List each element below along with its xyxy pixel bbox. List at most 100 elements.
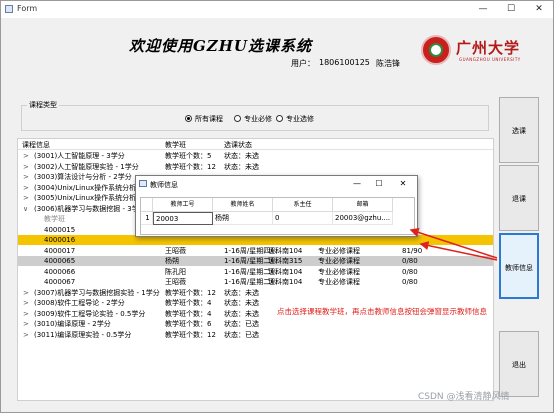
logo-text: 广州大学 [456, 39, 521, 57]
grid-header-id: 教师工号 [153, 198, 213, 212]
expand-right-icon[interactable]: > [23, 288, 29, 298]
title-bar: Form — ☐ ✕ [1, 1, 553, 18]
cell-c3: 状态：未选 [224, 152, 259, 160]
radio-icon [276, 115, 283, 122]
annotation-text: 点击选择课程教学班，再点击教师信息按钮会弹窗显示教师信息 [277, 307, 487, 316]
course-row[interactable]: > (3001)人工智能原理 - 3学分 教学班个数：5 状态：未选 [18, 151, 493, 161]
radio-required[interactable]: 专业必修 [234, 114, 272, 124]
header-course-info: 课程信息 [22, 141, 50, 149]
cell-c2: 教学班个数：12 [165, 162, 216, 171]
expand-right-icon[interactable]: > [23, 298, 29, 308]
expand-right-icon[interactable]: > [23, 183, 29, 193]
cell-c3: 状态：已选 [224, 320, 259, 328]
logo-subtitle: GUANGZHOU UNIVERSITY [459, 57, 521, 62]
cell-c1: 4000017 [44, 246, 76, 255]
course-row[interactable]: > (3002)人工智能原理实验 - 1学分 教学班个数：12 状态：未选 [18, 162, 493, 172]
grid-row-number: 1 [141, 212, 153, 225]
cell-c2: 教学班个数：5 [165, 152, 212, 160]
cell-c2: 教学班个数：4 [165, 309, 212, 318]
cell-c3: 状态：未选 [224, 288, 259, 297]
grid-corner [141, 198, 153, 212]
expand-right-icon[interactable]: > [23, 309, 29, 319]
cell-c6: 0/80 [402, 257, 418, 265]
grid-cell-head[interactable]: 0 [273, 212, 333, 225]
cell-c1: (3002)人工智能原理实验 - 1学分 [34, 162, 139, 171]
radio-elective[interactable]: 专业选修 [276, 114, 314, 124]
course-row[interactable]: > (3010)编译原理 - 2学分 教学班个数：6 状态：已选 [18, 319, 493, 329]
expand-down-icon[interactable]: ∨ [23, 204, 28, 214]
cell-c1: (3011)编译原理实验 - 0.5学分 [34, 330, 132, 339]
banner-title: 欢迎使用GZHU选课系统 [129, 37, 313, 55]
close-button[interactable]: ✕ [525, 2, 553, 17]
app-icon [5, 5, 13, 13]
cell-c2: 教学班个数：12 [165, 288, 216, 297]
cell-c2: 杨朔 [165, 257, 179, 265]
dialog-title: 教师信息 [150, 181, 178, 189]
radio-icon [185, 115, 192, 122]
university-logo [421, 35, 451, 65]
teacher-grid[interactable]: 教师工号 教师姓名 系主任 邮箱 1 20003 杨朔 0 20003@gzhu… [140, 197, 415, 235]
cell-c6: 0/80 [402, 267, 418, 276]
cell-c2: 陈孔阳 [165, 267, 186, 276]
cell-c1: (3001)人工智能原理 - 3学分 [34, 152, 125, 160]
course-row[interactable]: > (3007)机器学习与数据挖掘实验 - 1学分 教学班个数：12 状态：未选 [18, 288, 493, 298]
cell-c1: (3009)软件工程导论实验 - 0.5学分 [34, 309, 146, 318]
tree-header: 课程信息 教学班 选课状态 [18, 139, 493, 150]
window-title: Form [17, 4, 38, 13]
cell-c3: 状态：已选 [224, 330, 259, 339]
expand-right-icon[interactable]: > [23, 193, 29, 203]
select-course-button[interactable]: 选课 [499, 97, 539, 163]
class-row[interactable]: 4000067 王昭薇 1-16周/星期二/... 理科南104 专业必修课程 0/80 [18, 277, 493, 287]
radio-icon [234, 115, 241, 122]
dialog-icon [139, 180, 147, 187]
expand-right-icon[interactable]: > [23, 151, 29, 161]
expand-right-icon[interactable]: > [23, 330, 29, 340]
cell-c1: 4000065 [44, 257, 76, 265]
cell-c1: (3007)机器学习与数据挖掘实验 - 1学分 [34, 288, 160, 297]
grid-cell-id[interactable]: 20003 [153, 212, 213, 225]
teacher-info-dialog: 教师信息 — ☐ ✕ 教师工号 教师姓名 系主任 邮箱 1 20003 杨朔 0… [135, 175, 418, 237]
grid-header-name: 教师姓名 [213, 198, 273, 212]
cell-c6: 81/90 [402, 246, 423, 255]
dialog-minimize-button[interactable]: — [346, 178, 368, 190]
user-id: 1806100125 [319, 58, 370, 67]
main-window: Form — ☐ ✕ 欢迎使用GZHU选课系统 用户： 1806100125 陈… [0, 0, 554, 413]
grid-header-head: 系主任 [273, 198, 333, 212]
expand-right-icon[interactable]: > [23, 162, 29, 172]
cell-c3: 状态：未选 [224, 162, 259, 171]
radio-all-courses[interactable]: 所有课程 [185, 114, 223, 124]
cell-c2: 教学班个数：4 [165, 299, 212, 307]
cell-c5: 专业必修课程 [318, 246, 360, 255]
course-type-label: 课程类型 [27, 100, 59, 110]
header-status: 选课状态 [224, 141, 252, 149]
grid-cell-name[interactable]: 杨朔 [213, 212, 273, 225]
cell-c1: 4000066 [44, 267, 76, 276]
cell-c1: 4000067 [44, 278, 76, 286]
exit-button[interactable]: 退出 [499, 331, 539, 397]
cell-c2: 教学班个数：12 [165, 330, 216, 339]
cell-c5: 专业必修课程 [318, 278, 360, 286]
watermark: CSDN @浅看清静风情 [418, 392, 510, 402]
teacher-info-button[interactable]: 教师信息 [499, 233, 539, 299]
dialog-maximize-button[interactable]: ☐ [368, 178, 390, 190]
class-row[interactable]: 4000065 杨朔 1-16周/星期二/... 理科南315 专业必修课程 0/80 [18, 256, 493, 266]
cell-c1: (3008)软件工程导论 - 2学分 [34, 299, 125, 307]
grid-header-email: 邮箱 [333, 198, 393, 212]
cell-c6: 0/80 [402, 278, 418, 286]
expand-right-icon[interactable]: > [23, 172, 29, 182]
grid-cell-email[interactable]: 20003@gzhu.... [333, 212, 393, 225]
expand-right-icon[interactable]: > [23, 319, 29, 329]
cell-c1: (3010)编译原理 - 2学分 [34, 320, 111, 328]
cell-c5: 专业必修课程 [318, 267, 360, 276]
maximize-button[interactable]: ☐ [497, 2, 525, 17]
class-row[interactable]: 4000066 陈孔阳 1-16周/星期二/... 理科南104 专业必修课程 0/80 [18, 267, 493, 277]
drop-course-button[interactable]: 退课 [499, 165, 539, 231]
user-name: 陈浩锋 [376, 59, 400, 68]
minimize-button[interactable]: — [469, 2, 497, 17]
dialog-close-button[interactable]: ✕ [392, 178, 414, 190]
cell-c5: 专业必修课程 [318, 257, 360, 265]
cell-c2: 教学班个数：6 [165, 320, 212, 328]
header-class: 教学班 [165, 141, 186, 149]
course-row[interactable]: > (3011)编译原理实验 - 0.5学分 教学班个数：12 状态：已选 [18, 330, 493, 340]
class-row[interactable]: 4000017 王昭薇 1-16周/星期四/... 理科南104 专业必修课程 81/90 [18, 246, 493, 256]
